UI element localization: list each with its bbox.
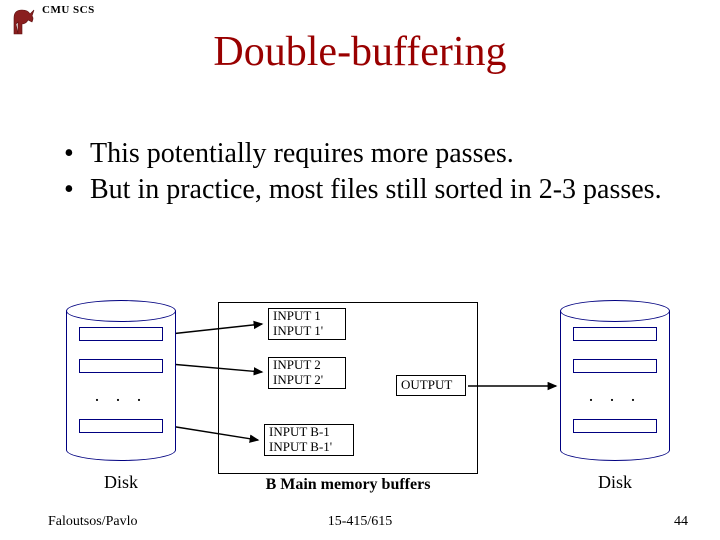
bullet-text: This potentially requires more passes. (90, 136, 514, 172)
bullet-dot-icon: • (64, 136, 90, 172)
memory-caption: B Main memory buffers (218, 476, 478, 494)
right-disk-label: Disk (560, 472, 670, 493)
buffer-input1: INPUT 1 INPUT 1' (268, 308, 346, 340)
header-org: CMU SCS (42, 4, 95, 16)
footer-page-number: 44 (674, 514, 688, 530)
diagram: . . . Disk INPUT 1 INPUT 1' INPUT 2 INPU… (0, 300, 720, 510)
bullet-text: But in practice, most files still sorted… (90, 172, 662, 208)
ellipsis: . . . (67, 385, 175, 406)
bullet-item: • But in practice, most files still sort… (64, 172, 670, 208)
slide-title: Double-buffering (0, 28, 720, 76)
ellipsis: . . . (561, 385, 669, 406)
bullet-list: • This potentially requires more passes.… (64, 136, 670, 209)
left-disk-label: Disk (66, 472, 176, 493)
right-disk-cylinder: . . . (560, 300, 670, 322)
buffer-inputB: INPUT B-1 INPUT B-1' (264, 424, 354, 456)
bullet-dot-icon: • (64, 172, 90, 208)
footer-course: 15-415/615 (0, 514, 720, 530)
left-disk-cylinder: . . . (66, 300, 176, 322)
buffer-input2: INPUT 2 INPUT 2' (268, 357, 346, 389)
bullet-item: • This potentially requires more passes. (64, 136, 670, 172)
buffer-output: OUTPUT (396, 375, 466, 396)
